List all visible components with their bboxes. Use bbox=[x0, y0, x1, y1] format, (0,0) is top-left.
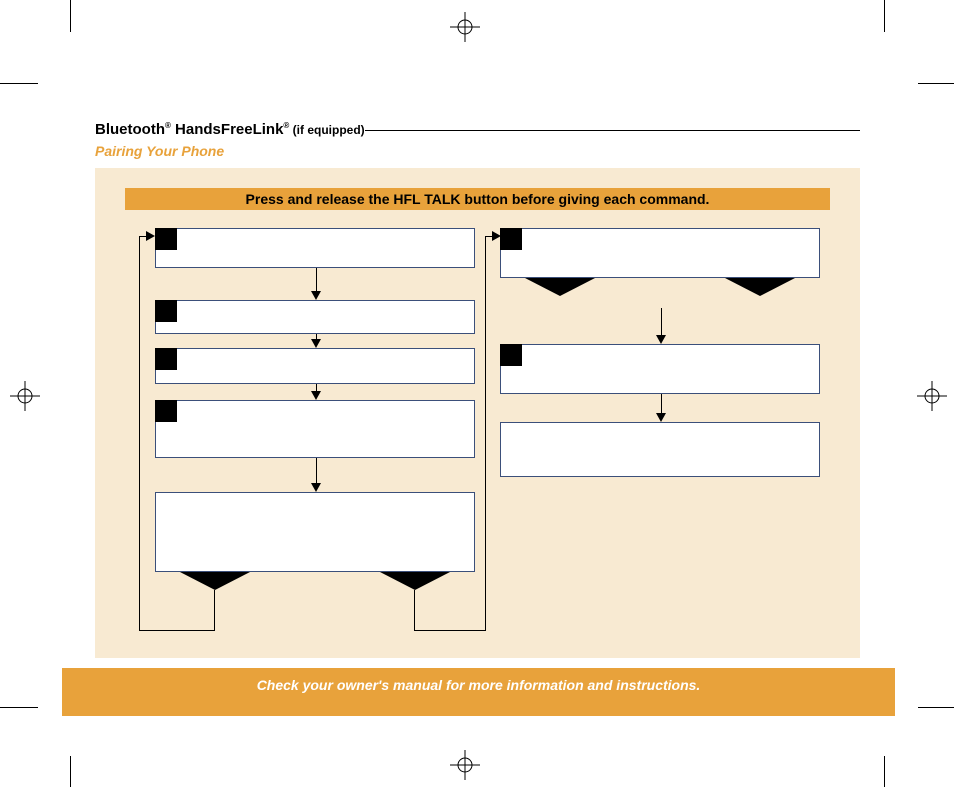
heading-rule bbox=[365, 130, 860, 131]
arrow-down-icon bbox=[307, 384, 325, 400]
crop-mark bbox=[884, 756, 885, 787]
registration-mark-icon bbox=[450, 750, 480, 780]
footer-banner: Check your owner's manual for more infor… bbox=[62, 668, 895, 716]
registration-mark-icon bbox=[450, 12, 480, 42]
registration-mark-icon bbox=[917, 381, 947, 411]
content-panel: Press and release the HFL TALK button be… bbox=[95, 168, 860, 658]
crop-mark bbox=[70, 756, 71, 787]
step-number-marker bbox=[155, 400, 177, 422]
arrow-right-icon bbox=[492, 231, 501, 241]
instruction-banner: Press and release the HFL TALK button be… bbox=[125, 188, 830, 210]
step-box-5 bbox=[155, 492, 475, 572]
arrow-down-icon bbox=[307, 334, 325, 348]
step-box-7 bbox=[500, 344, 820, 394]
crop-mark bbox=[918, 83, 954, 84]
step-box-4 bbox=[155, 400, 475, 458]
triangle-down-icon bbox=[725, 278, 795, 296]
arrow-down-icon bbox=[307, 458, 325, 492]
connector-line bbox=[414, 630, 486, 631]
page-title: Bluetooth® HandsFreeLink® (if equipped) bbox=[95, 121, 365, 138]
step-number-marker bbox=[155, 300, 177, 322]
crop-mark bbox=[0, 707, 38, 708]
crop-mark bbox=[918, 707, 954, 708]
step-number-marker bbox=[155, 348, 177, 370]
step-number-marker bbox=[500, 228, 522, 250]
arrow-down-icon bbox=[652, 394, 670, 422]
crop-mark bbox=[0, 83, 38, 84]
triangle-down-icon bbox=[525, 278, 595, 296]
connector-line bbox=[139, 630, 215, 631]
step-number-marker bbox=[155, 228, 177, 250]
step-box-2 bbox=[155, 300, 475, 334]
title-part-2: HandsFreeLink bbox=[171, 121, 284, 138]
registration-mark-icon bbox=[10, 381, 40, 411]
footer-text: Check your owner's manual for more infor… bbox=[62, 668, 895, 693]
connector-line bbox=[139, 236, 140, 631]
step-box-3 bbox=[155, 348, 475, 384]
step-box-8 bbox=[500, 422, 820, 477]
arrow-down-icon bbox=[652, 308, 670, 344]
step-box-6 bbox=[500, 228, 820, 278]
step-box-1 bbox=[155, 228, 475, 268]
title-suffix: (if equipped) bbox=[289, 123, 364, 137]
connector-line bbox=[485, 236, 486, 631]
arrow-down-icon bbox=[307, 268, 325, 300]
title-part-1: Bluetooth bbox=[95, 121, 165, 138]
crop-mark bbox=[70, 0, 71, 32]
crop-mark bbox=[884, 0, 885, 32]
step-number-marker bbox=[500, 344, 522, 366]
triangle-down-icon bbox=[180, 572, 250, 590]
triangle-down-icon bbox=[380, 572, 450, 590]
connector-line bbox=[214, 590, 215, 630]
page-subtitle: Pairing Your Phone bbox=[95, 143, 224, 159]
arrow-right-icon bbox=[146, 231, 155, 241]
connector-line bbox=[414, 590, 415, 630]
